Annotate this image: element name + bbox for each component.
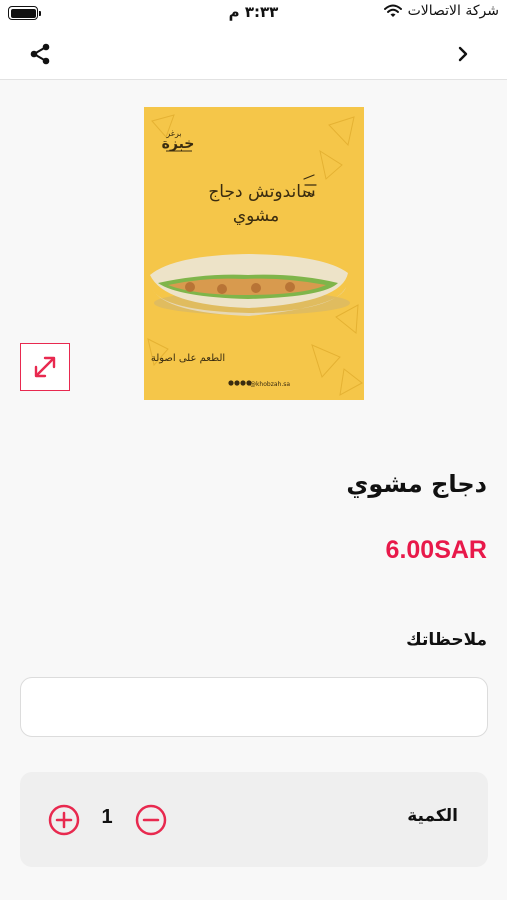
- chevron-right-icon: [458, 46, 468, 62]
- quantity-label: الكمية: [407, 806, 458, 826]
- poster-title-line1: ساندوتش دجاج: [208, 182, 315, 202]
- plus-circle-icon: [48, 804, 80, 836]
- notes-label: ملاحظاتك: [406, 630, 487, 650]
- sandwich-illustration: [150, 254, 350, 316]
- product-name: دجاج مشوي: [346, 470, 487, 498]
- wifi-icon: [383, 4, 402, 17]
- svg-text:خبزة: خبزة: [162, 136, 195, 152]
- product-price: 6.00SAR: [385, 536, 487, 564]
- expand-image-button[interactable]: [20, 343, 70, 391]
- poster-tagline: الطعم على اصولة: [151, 353, 225, 364]
- poster-title-line2: مشوي: [233, 206, 279, 226]
- status-bar: ٣:٣٣ م شركة الاتصالات: [0, 0, 507, 30]
- share-icon: [30, 43, 50, 65]
- notes-input[interactable]: [20, 677, 488, 737]
- quantity-value: 1: [101, 806, 113, 828]
- quantity-stepper: الكمية 1: [20, 772, 488, 867]
- expand-icon: [34, 356, 56, 378]
- share-button[interactable]: [26, 40, 54, 68]
- decrease-quantity-button[interactable]: [135, 804, 167, 836]
- brand-logo: برغر خبزة: [162, 129, 195, 152]
- navigation-bar: [0, 30, 507, 80]
- poster-handle: @khobzah.sa: [250, 381, 290, 388]
- minus-circle-icon: [135, 804, 167, 836]
- back-button[interactable]: [451, 42, 475, 66]
- product-image: برغر خبزة ساندوتش دجاج مشوي الطعم على اص…: [144, 107, 364, 400]
- increase-quantity-button[interactable]: [48, 804, 80, 836]
- carrier-name: شركة الاتصالات: [407, 3, 499, 19]
